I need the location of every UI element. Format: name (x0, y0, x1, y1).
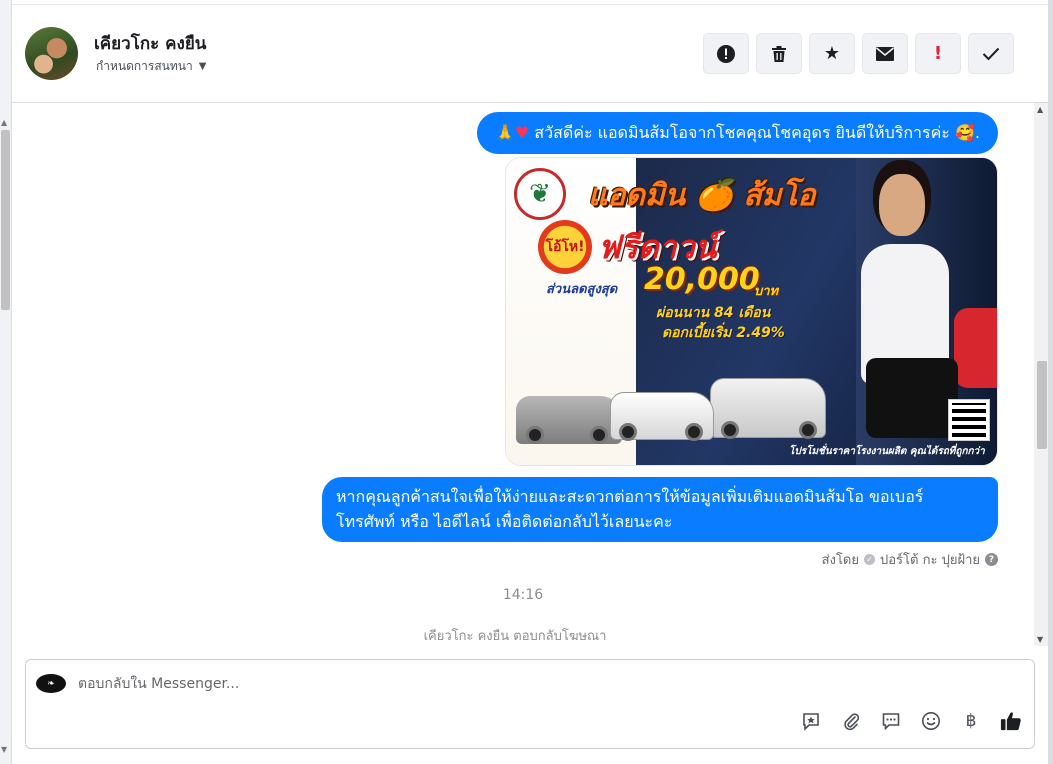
scroll-up-arrow-icon[interactable]: ▲ (1037, 105, 1043, 114)
composer-tools: ฿ (800, 710, 1022, 732)
trash-icon (772, 45, 786, 62)
ad-car-wheel (526, 426, 544, 444)
message-timestamp: 14:16 (502, 587, 544, 603)
ad-currency: บาท (754, 284, 779, 299)
sender-name[interactable]: ปอร์โต้ กะ ปุยฝ้าย (880, 549, 980, 570)
ad-car-wheel (721, 421, 739, 439)
ad-car-wheel (619, 423, 637, 441)
message-thread[interactable]: 🙏♥ สวัสดีค่ะ แอดมินส้มโอจากโชคคุณโชคอุดร… (12, 103, 1048, 646)
ad-dealer-logo-icon: ❦ (514, 168, 566, 220)
ad-reply-event: เคียวโกะ คงยืน ตอบกลับโฆษณา (423, 629, 607, 644)
assign-conversation-dropdown[interactable]: กำหนดการสนทนา ▼ (96, 57, 206, 76)
mark-done-button[interactable] (968, 33, 1014, 74)
ad-red-seat (954, 308, 997, 388)
follow-up-label: ! (933, 43, 943, 64)
saved-reply-button[interactable] (800, 710, 822, 732)
sent-by-line: ส่งโดย ✓ ปอร์โต้ กะ ปุยฝ้าย ? (822, 549, 998, 570)
mark-unread-button[interactable] (862, 33, 908, 74)
ad-car-wheel (590, 426, 608, 444)
page-avatar: ❧ (36, 674, 66, 693)
mark-spam-button[interactable] (703, 33, 749, 74)
ad-car-cargo-truck (710, 378, 826, 439)
assign-label: กำหนดการสนทนา (96, 59, 193, 73)
delete-button[interactable] (756, 33, 802, 74)
ad-footer-text: โปรโมชั่นราคาโรงงานผลิต คุณได้รถที่ถูกกว… (789, 446, 985, 457)
like-button[interactable] (1000, 710, 1022, 732)
conversation-header: เคียวโกะ คงยืน กำหนดการสนทนา ▼ ★ ! (12, 5, 1048, 103)
comment-button[interactable] (880, 710, 902, 732)
reply-composer: ❧ ฿ (25, 659, 1035, 749)
ad-burst-badge: โอ้โห! (538, 220, 592, 274)
scroll-down-arrow-icon[interactable]: ▼ (1037, 635, 1043, 644)
message-bubble-followup[interactable]: หากคุณลูกค้าสนใจเพื่อให้ง่ายและสะดวกต่อก… (322, 477, 998, 542)
emoji-button[interactable] (920, 710, 942, 732)
ad-car-pickup (610, 392, 714, 441)
ad-headline: แอดมิน 🍊 ส้มโอ (588, 178, 816, 213)
ad-car-wheel (685, 423, 703, 441)
scroll-up-arrow-icon[interactable]: ▲ (1, 118, 7, 127)
ad-interest: ดอกเบี้ยเริ่ม 2.49% (662, 325, 785, 341)
heart-icon: ♥ (514, 123, 530, 142)
star-button[interactable]: ★ (809, 33, 855, 74)
envelope-icon (875, 46, 895, 61)
sent-by-label: ส่งโดย (821, 553, 859, 568)
ad-car-sedan (516, 396, 622, 444)
ad-discount-label: ส่วนลดสูงสุด (546, 282, 618, 297)
ad-image[interactable]: ❦ แอดมิน 🍊 ส้มโอ โอ้โห! ฟรีดาวน์ ส่วนลดส… (505, 157, 998, 466)
attachment-icon (844, 713, 860, 731)
scroll-down-arrow-icon[interactable]: ▼ (1, 745, 7, 754)
alert-circle-icon (717, 44, 735, 63)
caret-down-icon: ▼ (198, 61, 207, 72)
pray-emoji-icon: 🙏 (494, 123, 515, 142)
sender-dot-icon: ✓ (864, 554, 875, 565)
right-edge (1048, 0, 1053, 764)
saved-reply-icon (803, 713, 819, 731)
star-icon: ★ (823, 43, 841, 64)
smile-hearts-emoji-icon: 🥰. (954, 123, 980, 142)
ad-installment: ผ่อนนาน 84 เดือน (656, 305, 771, 321)
contact-avatar[interactable] (25, 27, 78, 80)
follow-up-button[interactable]: ! (915, 33, 961, 74)
payment-button[interactable]: ฿ (960, 710, 982, 732)
conversation-toolbar: ★ ! (703, 33, 1014, 74)
greeting-text: สวัสดีค่ะ แอดมินส้มโอจากโชคคุณโชคอุดร ยิ… (529, 123, 955, 142)
comment-icon (882, 713, 900, 731)
message-bubble-greeting[interactable]: 🙏♥ สวัสดีค่ะ แอดมินส้มโอจากโชคคุณโชคอุดร… (476, 112, 998, 154)
ad-qr-code (948, 399, 990, 441)
left-scrollbar[interactable]: ▲ ▼ (0, 0, 12, 764)
ad-woman-pants (866, 358, 958, 438)
reply-input[interactable] (78, 672, 778, 696)
contact-name[interactable]: เคียวโกะ คงยืน (94, 30, 206, 57)
thread-scrollbar-thumb[interactable] (1037, 361, 1047, 449)
help-icon[interactable]: ? (985, 553, 998, 566)
baht-icon: ฿ (965, 711, 977, 731)
thread-scrollbar[interactable]: ▲ ▼ (1034, 103, 1048, 646)
attachment-button[interactable] (840, 710, 862, 732)
ad-woman-head (879, 174, 925, 236)
checkmark-icon (982, 47, 1000, 60)
ad-discount-amount: 20,000 (644, 262, 760, 297)
left-scrollbar-thumb[interactable] (1, 130, 10, 310)
emoji-icon (922, 712, 940, 730)
like-icon (1000, 712, 1021, 731)
ad-car-wheel (799, 421, 817, 439)
